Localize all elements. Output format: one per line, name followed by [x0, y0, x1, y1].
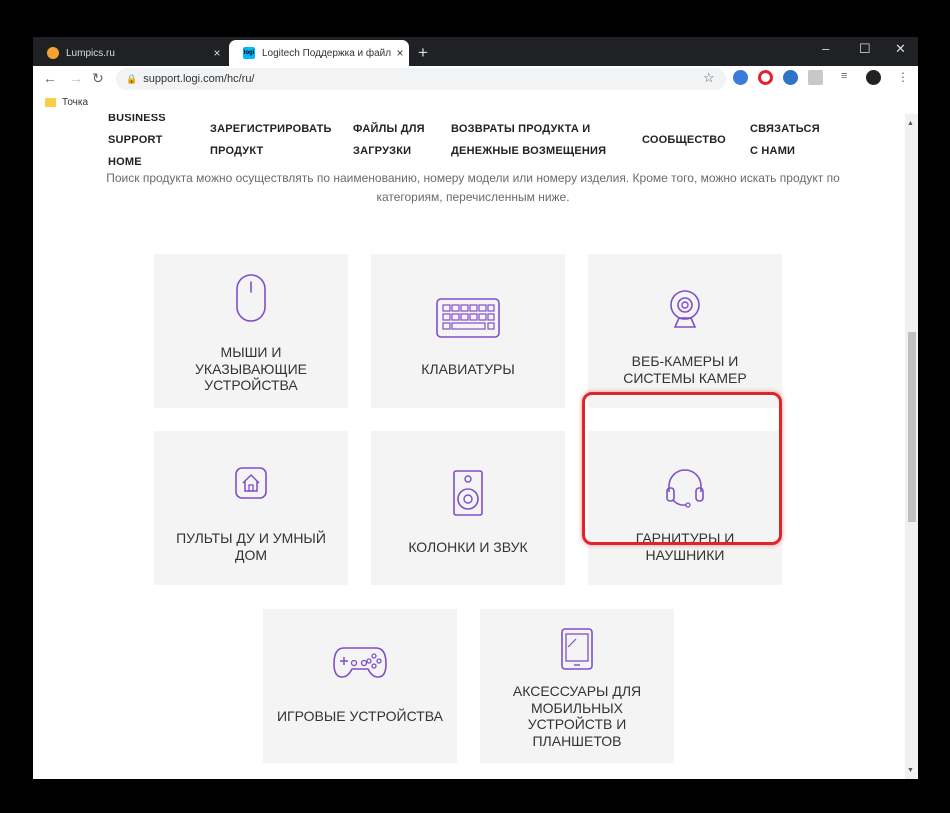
screenshot-frame: Lumpics.ru × logi Logitech Поддержка и ф…	[0, 0, 950, 813]
category-label: МЫШИ И УКАЗЫВАЮЩИЕ УСТРОЙСТВА	[195, 344, 307, 393]
back-arrow-icon[interactable]: ←	[43, 70, 57, 86]
url-text: support.logi.com/hc/ru/	[143, 73, 255, 85]
close-window-button[interactable]: ✕	[895, 41, 906, 57]
category-speakers[interactable]: КОЛОНКИ И ЗВУК	[371, 431, 565, 585]
logi-favicon-icon: logi	[243, 47, 255, 59]
reload-icon[interactable]: ↻	[92, 70, 104, 87]
minimize-button[interactable]: –	[822, 41, 829, 56]
category-label: КЛАВИАТУРЫ	[421, 361, 515, 377]
vpn-extension-icon[interactable]	[783, 70, 798, 85]
lock-icon: 🔒	[126, 73, 138, 84]
nav-contact-line2[interactable]: С НАМИ	[750, 140, 795, 162]
browser-window: Lumpics.ru × logi Logitech Поддержка и ф…	[33, 37, 918, 779]
category-smart-home[interactable]: ПУЛЬТЫ ДУ И УМНЫЙ ДОМ	[154, 431, 348, 585]
tab-title: Lumpics.ru	[66, 47, 115, 59]
nav-downloads-line1[interactable]: ФАЙЛЫ ДЛЯ	[353, 118, 425, 140]
category-label: КОЛОНКИ И ЗВУК	[408, 539, 528, 555]
opera-extension-icon[interactable]	[758, 70, 773, 85]
nav-register-line1[interactable]: ЗАРЕГИСТРИРОВАТЬ	[210, 118, 332, 140]
webcam-icon	[670, 290, 700, 328]
scrollbar-thumb[interactable]	[908, 332, 916, 522]
toolbar: ← → ↻ 🔒 support.logi.com/hc/ru/ ☆ ≡ ⋮	[33, 66, 918, 92]
category-label: ПУЛЬТЫ ДУ И УМНЫЙ ДОМ	[176, 530, 326, 563]
maximize-button[interactable]: ☐	[859, 41, 871, 57]
nav-returns-line2[interactable]: ДЕНЕЖНЫЕ ВОЗМЕЩЕНИЯ	[451, 140, 606, 162]
category-label: ВЕБ-КАМЕРЫ И СИСТЕМЫ КАМЕР	[623, 353, 747, 386]
extension-icon[interactable]	[733, 70, 748, 85]
category-keyboards[interactable]: КЛАВИАТУРЫ	[371, 254, 565, 408]
tab-close-icon[interactable]: ×	[208, 46, 226, 60]
smart-home-icon	[235, 467, 267, 499]
forward-arrow-icon[interactable]: →	[69, 70, 83, 86]
tab-bar: Lumpics.ru × logi Logitech Поддержка и ф…	[33, 37, 918, 66]
tab-logitech[interactable]: logi Logitech Поддержка и файлы для загр…	[229, 40, 409, 66]
nav-returns-line1[interactable]: ВОЗВРАТЫ ПРОДУКТА И	[451, 118, 590, 140]
search-description: Поиск продукта можно осуществлять по наи…	[106, 171, 840, 204]
extension-icon[interactable]	[808, 70, 823, 85]
reading-list-icon[interactable]: ≡	[841, 70, 847, 82]
new-tab-button[interactable]: +	[418, 43, 428, 63]
lumpics-favicon-icon	[47, 47, 59, 59]
tablet-icon	[561, 628, 593, 670]
bookmarks-bar: Точка	[33, 92, 918, 114]
address-bar[interactable]: 🔒 support.logi.com/hc/ru/	[116, 68, 726, 90]
category-label: ИГРОВЫЕ УСТРОЙСТВА	[276, 708, 443, 724]
nav-downloads-line2[interactable]: ЗАГРУЗКИ	[353, 140, 411, 162]
nav-register-line2[interactable]: ПРОДУКТ	[210, 140, 263, 162]
folder-icon	[45, 98, 56, 107]
category-label: АКСЕССУАРЫ ДЛЯ МОБИЛЬНЫХ УСТРОЙСТВ И ПЛА…	[512, 683, 642, 749]
speaker-icon	[453, 470, 483, 516]
nav-community[interactable]: СООБЩЕСТВО	[642, 129, 726, 151]
avatar[interactable]	[866, 70, 881, 85]
nav-support[interactable]: SUPPORT	[108, 129, 163, 151]
scrollbar[interactable]: ▲ ▼	[905, 114, 918, 779]
scroll-up-arrow-icon[interactable]: ▲	[907, 120, 914, 127]
menu-kebab-icon[interactable]: ⋮	[897, 70, 909, 84]
highlight-annotation	[582, 392, 782, 545]
tab-close-icon[interactable]: ×	[391, 46, 409, 60]
page-content: BUSINESS SUPPORT HOME ЗАРЕГИСТРИРОВАТЬ П…	[33, 114, 918, 779]
bookmark-star-icon[interactable]: ☆	[703, 70, 715, 86]
keyboard-icon	[436, 298, 500, 338]
category-gaming[interactable]: ИГРОВЫЕ УСТРОЙСТВА	[263, 609, 457, 763]
category-mice[interactable]: МЫШИ И УКАЗЫВАЮЩИЕ УСТРОЙСТВА	[154, 254, 348, 408]
gamepad-icon	[333, 647, 387, 678]
category-mobile-accessories[interactable]: АКСЕССУАРЫ ДЛЯ МОБИЛЬНЫХ УСТРОЙСТВ И ПЛА…	[480, 609, 674, 763]
tab-lumpics[interactable]: Lumpics.ru ×	[33, 40, 226, 66]
tab-title: Logitech Поддержка и файлы для загрузки	[262, 47, 391, 59]
category-webcams[interactable]: ВЕБ-КАМЕРЫ И СИСТЕМЫ КАМЕР	[588, 254, 782, 408]
bookmark-item[interactable]: Точка	[45, 97, 88, 108]
mouse-icon	[236, 274, 266, 322]
bookmark-label: Точка	[62, 97, 89, 108]
scroll-down-arrow-icon[interactable]: ▼	[907, 767, 914, 774]
nav-contact-line1[interactable]: СВЯЗАТЬСЯ	[750, 118, 820, 140]
